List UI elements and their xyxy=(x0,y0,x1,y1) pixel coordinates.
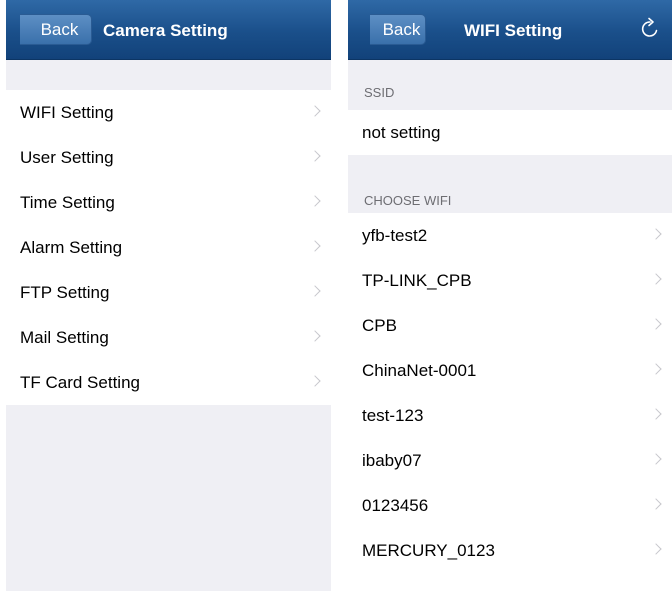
wifi-network-name: CPB xyxy=(362,315,397,335)
back-button[interactable]: Back xyxy=(370,14,426,45)
camera-setting-navbar: Back Camera Setting xyxy=(6,0,331,60)
chevron-right-icon xyxy=(650,408,662,420)
settings-item-user[interactable]: User Setting xyxy=(6,135,331,180)
wifi-network-item[interactable]: test-123 xyxy=(348,393,672,438)
settings-item-label: Time Setting xyxy=(20,192,115,212)
settings-item-ftp[interactable]: FTP Setting xyxy=(6,270,331,315)
chevron-right-icon xyxy=(309,375,321,387)
settings-item-label: Mail Setting xyxy=(20,327,109,347)
wifi-network-name: TP-LINK_CPB xyxy=(362,270,472,290)
wifi-network-item[interactable]: yfb-test2 xyxy=(348,213,672,258)
settings-item-mail[interactable]: Mail Setting xyxy=(6,315,331,360)
chevron-right-icon xyxy=(650,228,662,240)
wifi-network-item[interactable]: 0123456 xyxy=(348,483,672,528)
wifi-network-item[interactable]: TP-LINK_CPB xyxy=(348,258,672,303)
wifi-setting-screen: Back WIFI Setting SSID not setting CHOOS… xyxy=(348,0,672,591)
chevron-right-icon xyxy=(309,240,321,252)
settings-item-label: User Setting xyxy=(20,147,114,167)
ssid-value-row: not setting xyxy=(348,110,672,155)
settings-item-wifi[interactable]: WIFI Setting xyxy=(6,90,331,135)
chevron-right-icon xyxy=(650,543,662,555)
wifi-network-name: test-123 xyxy=(362,405,424,425)
chevron-right-icon xyxy=(650,318,662,330)
wifi-network-item[interactable]: ChinaNet-0001 xyxy=(348,348,672,393)
wifi-network-item[interactable]: MERCURY_0123 xyxy=(348,528,672,573)
wifi-network-name: MERCURY_0123 xyxy=(362,540,495,560)
settings-item-tf-card[interactable]: TF Card Setting xyxy=(6,360,331,405)
back-button-label: Back xyxy=(382,19,421,39)
chevron-right-icon xyxy=(650,453,662,465)
chevron-right-icon xyxy=(309,195,321,207)
settings-item-alarm[interactable]: Alarm Setting xyxy=(6,225,331,270)
chevron-right-icon xyxy=(309,105,321,117)
settings-item-label: TF Card Setting xyxy=(20,372,140,392)
wifi-network-item[interactable]: CPB xyxy=(348,303,672,348)
wifi-network-name: ibaby07 xyxy=(362,450,422,470)
settings-item-label: WIFI Setting xyxy=(20,102,114,122)
chevron-right-icon xyxy=(309,330,321,342)
ssid-section-header: SSID xyxy=(364,85,395,100)
wifi-setting-navbar: Back WIFI Setting xyxy=(348,0,672,60)
chevron-right-icon xyxy=(650,273,662,285)
wifi-network-name: 0123456 xyxy=(362,495,429,515)
wifi-network-item-partial[interactable] xyxy=(348,573,672,591)
settings-item-time[interactable]: Time Setting xyxy=(6,180,331,225)
ssid-value: not setting xyxy=(362,122,441,142)
wifi-network-name: yfb-test2 xyxy=(362,225,428,245)
choose-wifi-section-header: CHOOSE WIFI xyxy=(364,193,452,208)
settings-item-label: Alarm Setting xyxy=(20,237,123,257)
page-title: WIFI Setting xyxy=(464,21,563,40)
camera-setting-screen: Back Camera Setting WIFI Setting User Se… xyxy=(6,0,331,591)
settings-item-label: FTP Setting xyxy=(20,282,110,302)
chevron-right-icon xyxy=(650,363,662,375)
page-title: Camera Setting xyxy=(103,21,228,40)
chevron-right-icon xyxy=(309,150,321,162)
chevron-right-icon xyxy=(309,285,321,297)
wifi-network-item[interactable]: ibaby07 xyxy=(348,438,672,483)
wifi-network-name: ChinaNet-0001 xyxy=(362,360,477,380)
refresh-icon[interactable] xyxy=(638,17,662,41)
back-button[interactable]: Back xyxy=(20,14,92,45)
chevron-right-icon xyxy=(650,498,662,510)
back-button-label: Back xyxy=(40,19,79,39)
